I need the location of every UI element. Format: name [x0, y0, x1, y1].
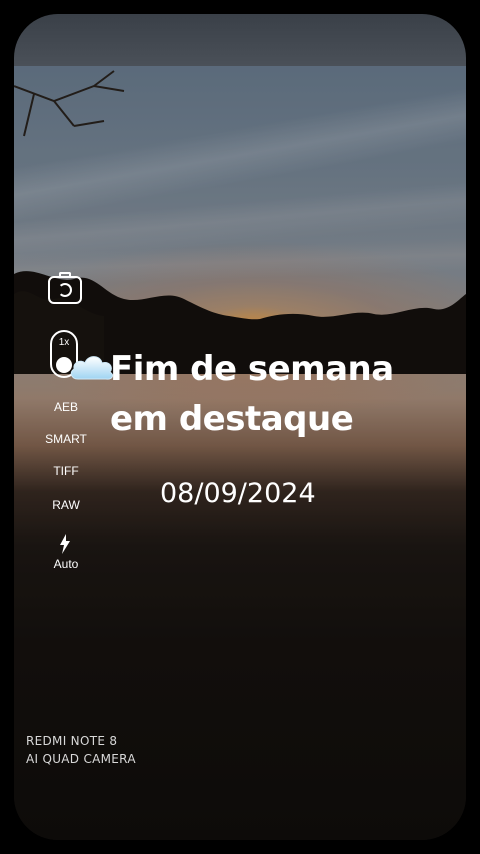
headline: Fim de semana em destaque — [110, 344, 394, 444]
cloud-icon — [70, 356, 114, 380]
zoom-label: 1x — [58, 337, 70, 348]
mode-raw[interactable]: RAW — [14, 498, 118, 512]
flash-icon[interactable] — [58, 534, 72, 554]
headline-line-2: em destaque — [110, 399, 354, 439]
date-text: 08/09/2024 — [160, 478, 316, 509]
watermark-camera: AI QUAD CAMERA — [26, 752, 136, 766]
headline-line-1: Fim de semana — [110, 349, 394, 389]
mode-tiff[interactable]: TIFF — [14, 464, 118, 478]
watermark-device: REDMI NOTE 8 — [26, 734, 118, 748]
camera-sidebar: 1x AEB SMART TIFF RAW Auto — [14, 14, 118, 840]
camera-watermark: REDMI NOTE 8 AI QUAD CAMERA — [26, 732, 136, 768]
flash-mode-label: Auto — [53, 557, 79, 571]
mode-smart[interactable]: SMART — [14, 432, 118, 446]
camera-switch-icon[interactable] — [48, 272, 82, 304]
mode-aeb[interactable]: AEB — [14, 400, 118, 414]
rotate-ring-icon — [58, 283, 72, 297]
phone-frame: 1x AEB SMART TIFF RAW Auto Fim de semana… — [14, 14, 466, 840]
